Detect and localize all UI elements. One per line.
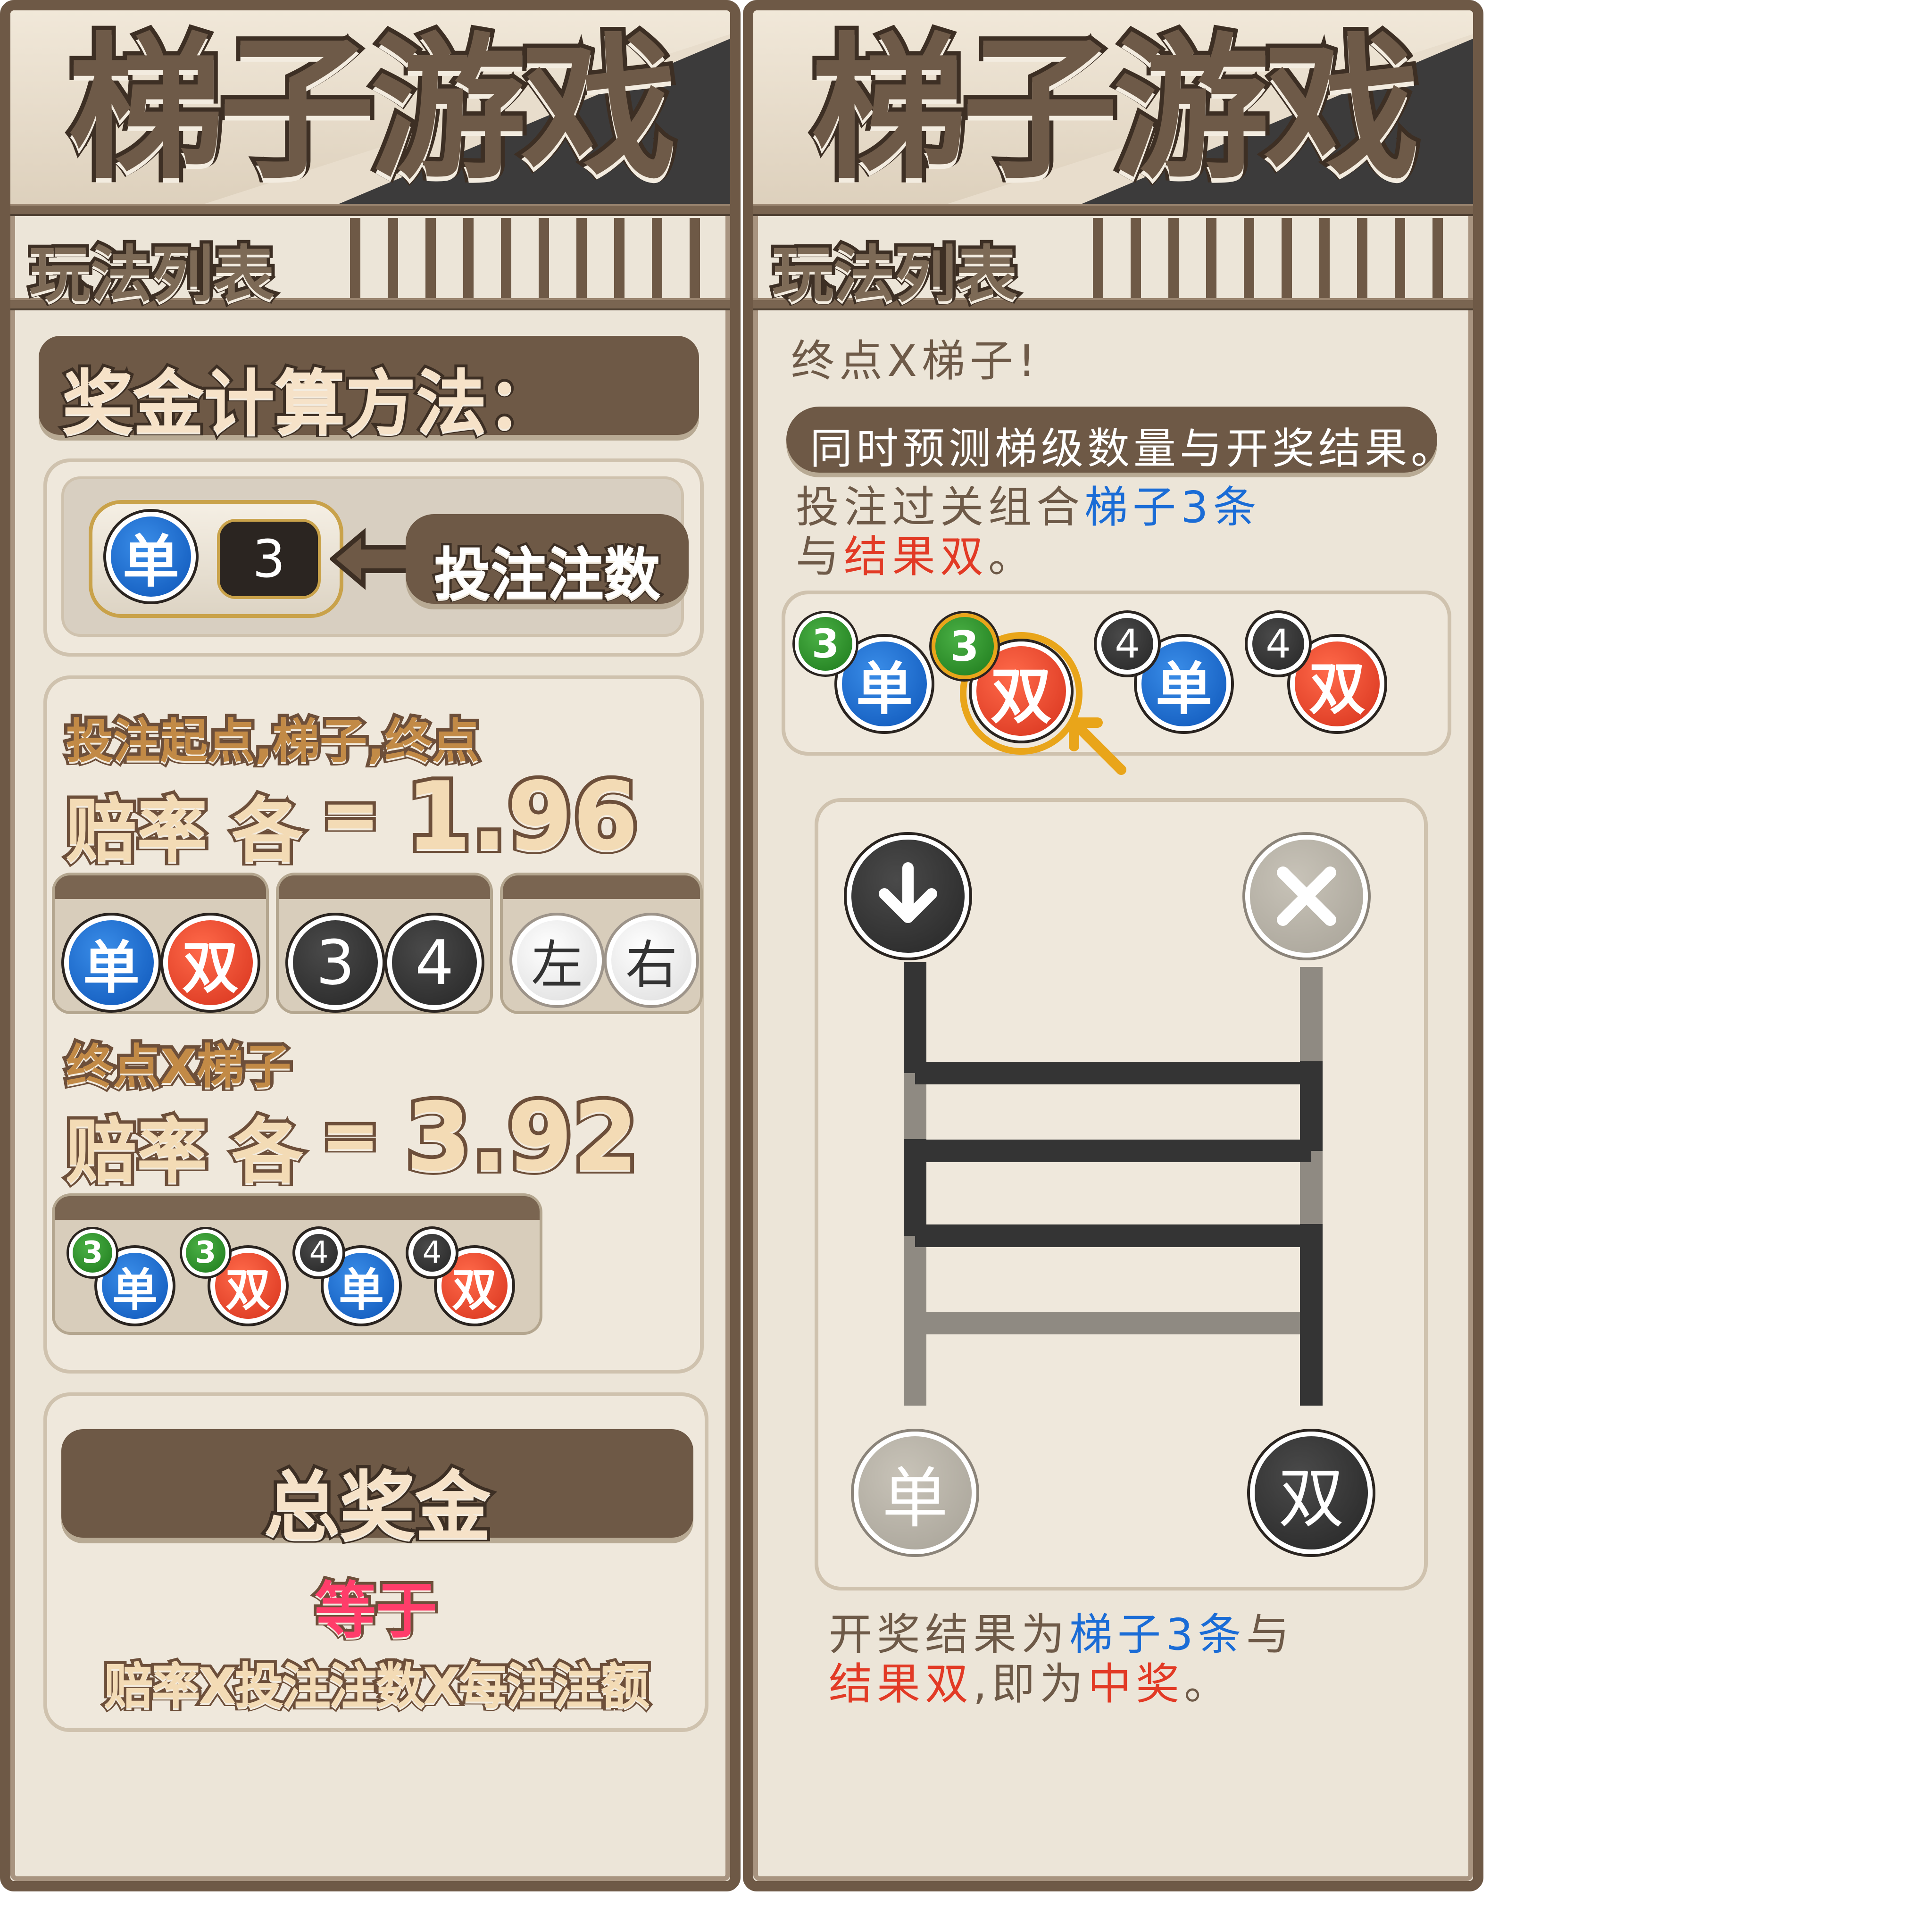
odd-ball: 单 [106, 512, 196, 601]
section1-odds-value: 1.96 [402, 758, 642, 875]
end-ball [1245, 835, 1368, 958]
ladder-card: 单 双 [815, 798, 1428, 1591]
result-line-1: 开奖结果为梯子3条与 [829, 1609, 1294, 1660]
left-subtitle: 玩法列表 [26, 235, 278, 314]
desc-line-1: 投注过关组合梯子3条 [796, 482, 1261, 533]
rule-banner: 同时预测梯级数量与开奖结果。 [786, 407, 1453, 474]
right-heading: 终点X梯子! [791, 336, 1040, 386]
prize-method-title: 奖金计算方法： [59, 360, 560, 448]
count-box: 3 [217, 519, 321, 599]
start-ball [847, 835, 969, 958]
section2-odds-eq: = [317, 1091, 383, 1180]
prize-method-header: 奖金计算方法： [39, 336, 699, 448]
section2-odds-prefix: 赔率 各 [63, 1108, 306, 1196]
left-panel: 梯子游戏 玩法列表 奖金计算方法： 单 3 投注注数 投注起点,梯子,终点 赔率… [0, 0, 741, 1891]
bet-example-card: 单 3 投注注数 [43, 458, 704, 657]
section2-odds-value: 3.92 [402, 1079, 642, 1196]
section1-odds-eq: = [317, 770, 383, 859]
right-panel: 梯子游戏 玩法列表 终点X梯子! 同时预测梯级数量与开奖结果。 投注过关组合梯子… [743, 0, 1483, 1891]
pair-slot-odd-even: 单 双 [52, 873, 269, 1014]
section1-odds-prefix: 赔率 各 [63, 787, 306, 875]
arrow-down-icon [879, 862, 937, 923]
result-line-2: 结果双,即为中奖。 [829, 1659, 1232, 1709]
right-game-title: 梯子游戏 [807, 19, 1424, 200]
right-subtitle: 玩法列表 [769, 235, 1021, 314]
desc-line-2: 与结果双。 [796, 532, 1037, 582]
section1-label: 投注起点,梯子,终点 [63, 710, 483, 772]
close-icon [1277, 866, 1336, 926]
left-game-title: 梯子游戏 [64, 19, 681, 200]
pair-slot-left-right: 左 右 [500, 873, 703, 1014]
pair-slot-three-four: 3 4 [276, 873, 493, 1014]
odds-card: 投注起点,梯子,终点 赔率 各 = 1.96 单 双 3 4 左 右 终点X梯子… [43, 675, 704, 1374]
result-ball-even: 双 [1250, 1432, 1373, 1554]
total-prize-formula: 赔率X投注注数X每注注额 [101, 1655, 652, 1718]
result-ball-odd: 单 [854, 1432, 976, 1554]
section2-label: 终点X梯子 [63, 1036, 294, 1098]
combo-slot: 单 3 双 3 单 4 双 4 [52, 1193, 542, 1335]
bet-count-label-pill: 投注注数 [406, 514, 689, 610]
pointer-arrow-icon [1065, 713, 1135, 784]
total-prize-equals: 等于 [312, 1572, 440, 1649]
total-prize-card: 总奖金 等于 赔率X投注注数X每注注额 [43, 1392, 708, 1732]
total-prize-header: 总奖金 [61, 1429, 693, 1554]
